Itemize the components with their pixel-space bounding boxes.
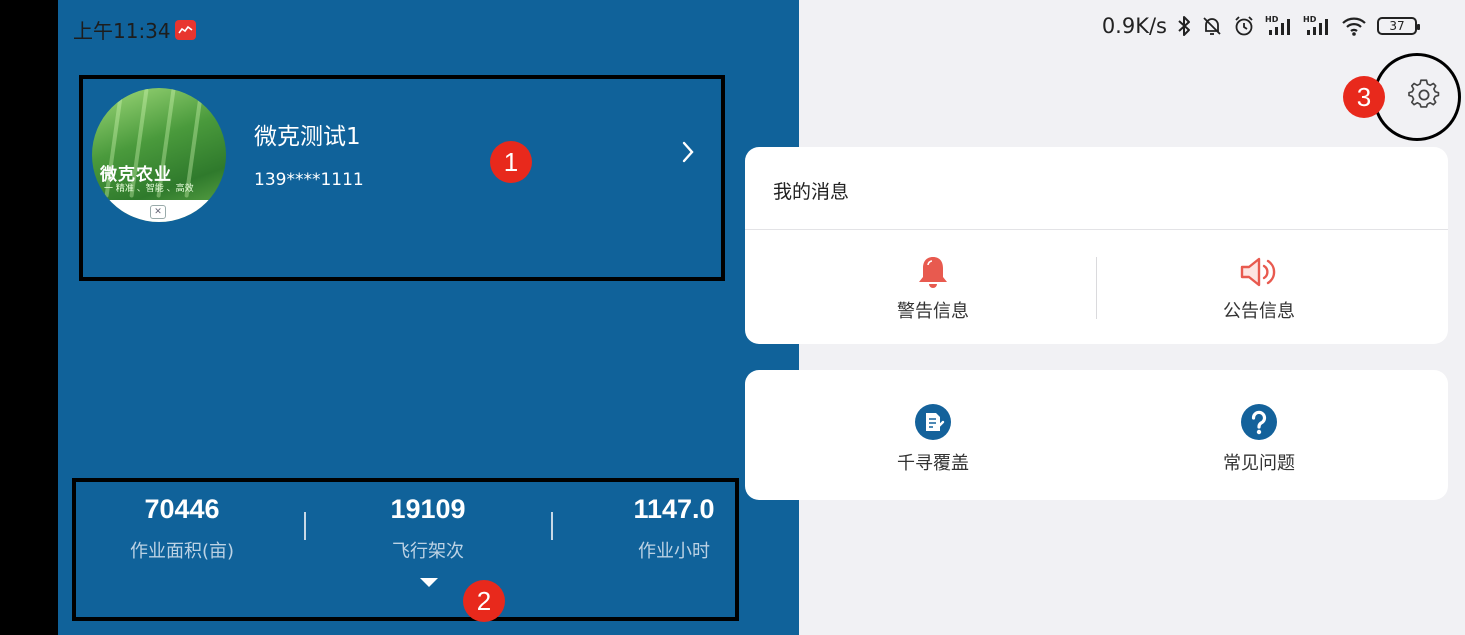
gear-icon[interactable] [1408, 79, 1440, 111]
warning-info-label: 警告信息 [897, 301, 969, 322]
left-black-edge [0, 0, 58, 635]
faq-question-icon [1241, 404, 1277, 440]
card-divider [745, 229, 1448, 230]
signal-icon: HD [1265, 15, 1293, 37]
avatar-slogan: 一 精准 、智能 、高效 [104, 184, 194, 194]
warning-info-button[interactable]: 警告信息 [833, 255, 1033, 323]
warning-bell-icon [919, 257, 947, 288]
stat-label: 作业小时 [638, 541, 710, 562]
coverage-label: 千寻覆盖 [897, 453, 969, 474]
faq-label: 常见问题 [1223, 453, 1295, 474]
status-time: 上午11:34 [73, 15, 196, 44]
stat-divider [551, 512, 553, 540]
user-name: 微克测试1 [254, 124, 361, 150]
stat-value: 19109 [390, 494, 466, 524]
avatar[interactable]: 微克农业 一 精准 、智能 、高效 ✕ [92, 88, 226, 222]
net-speed: 0.9K/s [1101, 14, 1167, 38]
battery-icon: 37 [1377, 17, 1420, 35]
stat-value: 70446 [144, 494, 220, 524]
announcement-speaker-icon [1240, 257, 1276, 287]
coverage-document-icon [915, 404, 951, 440]
annotation-marker-3: 3 [1343, 76, 1385, 118]
annotation-marker-2: 2 [463, 580, 505, 622]
stat-divider [304, 512, 306, 540]
card-divider-vertical [1096, 257, 1097, 319]
messages-card: 我的消息 警告信息 公告信息 [745, 147, 1448, 344]
alarm-icon [1235, 16, 1253, 36]
messages-title: 我的消息 [773, 181, 850, 203]
stat-value: 1147.0 [633, 494, 715, 524]
battery-level: 37 [1389, 19, 1405, 33]
user-phone: 139****1111 [254, 170, 364, 190]
expand-down-icon[interactable] [420, 578, 438, 587]
coverage-button[interactable]: 千寻覆盖 [833, 403, 1033, 475]
annotation-marker-1: 1 [490, 141, 532, 183]
announcement-label: 公告信息 [1223, 301, 1295, 322]
bluetooth-icon [1178, 16, 1190, 36]
status-time-text: 上午11:34 [73, 19, 171, 43]
signal-icon: HD [1303, 15, 1331, 37]
stat-flight-sorties: 19109 飞行架次 [354, 494, 502, 563]
stat-label: 飞行架次 [392, 541, 464, 562]
app-badge-icon [174, 19, 196, 40]
stat-work-hours: 1147.0 作业小时 [600, 494, 748, 563]
avatar-edit-icon: ✕ [150, 205, 166, 219]
announcement-button[interactable]: 公告信息 [1159, 255, 1359, 323]
status-indicators: 0.9K/s HD HD 37 [1101, 14, 1420, 38]
stat-work-area: 70446 作业面积(亩) [108, 494, 256, 563]
wifi-icon [1342, 17, 1366, 36]
chevron-right-icon[interactable] [680, 140, 696, 164]
stat-label: 作业面积(亩) [129, 541, 235, 562]
faq-button[interactable]: 常见问题 [1159, 403, 1359, 475]
bell-muted-icon [1203, 17, 1221, 35]
tools-card: 千寻覆盖 常见问题 [745, 370, 1448, 500]
